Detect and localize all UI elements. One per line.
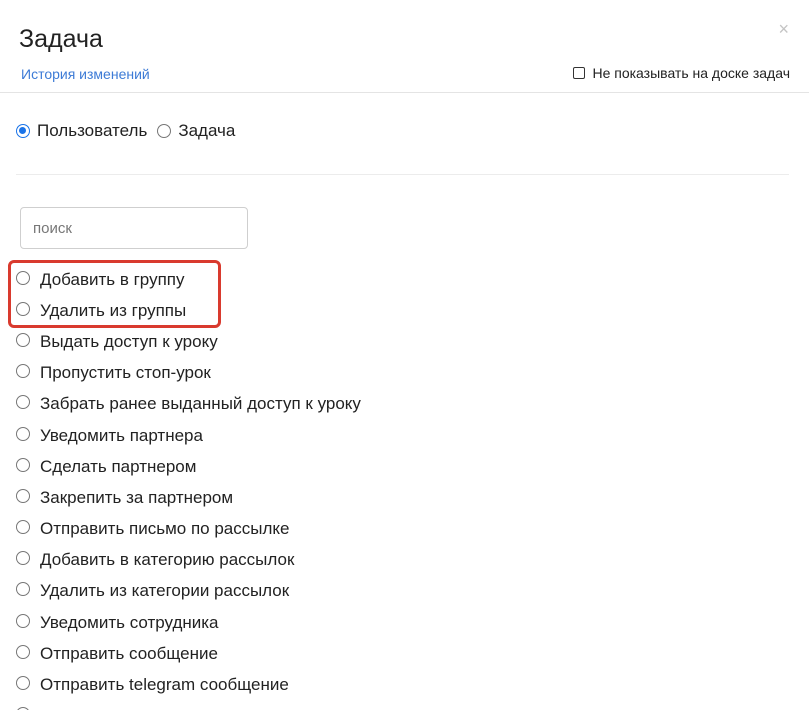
checkbox-icon[interactable] <box>573 67 586 79</box>
radio-icon[interactable] <box>16 582 30 597</box>
radio-icon[interactable] <box>16 301 30 316</box>
radio-icon[interactable] <box>16 270 30 285</box>
action-label: Выдать доступ к уроку <box>40 331 218 351</box>
action-label: Отправить telegram сообщение <box>40 675 289 695</box>
action-label: Забрать ранее выданный доступ к уроку <box>40 394 361 414</box>
action-label: Добавить в категорию рассылок <box>40 550 295 570</box>
action-label: Удалить из группы <box>40 300 187 320</box>
radio-icon[interactable] <box>16 395 30 410</box>
action-assign-to-partner[interactable]: Закрепить за партнером <box>16 482 361 513</box>
action-label: Отправить письмо по рассылке <box>40 519 290 539</box>
action-skip-stop-lesson[interactable]: Пропустить стоп-урок <box>16 358 361 389</box>
action-send-message[interactable]: Отправить сообщение <box>16 638 361 669</box>
action-item-partial[interactable] <box>16 701 361 710</box>
radio-icon[interactable] <box>16 676 30 691</box>
search-input[interactable] <box>20 207 248 249</box>
hide-on-board-label: Не показывать на доске задач <box>592 65 790 81</box>
action-notify-employee[interactable]: Уведомить сотрудника <box>16 607 361 638</box>
action-make-partner[interactable]: Сделать партнером <box>16 451 361 482</box>
radio-icon[interactable] <box>16 426 30 441</box>
radio-icon[interactable] <box>16 520 30 535</box>
action-label: Уведомить партнера <box>40 425 203 445</box>
hide-on-board-checkbox[interactable]: Не показывать на доске задач <box>573 65 790 81</box>
action-remove-from-group[interactable]: Удалить из группы <box>16 295 361 326</box>
radio-checked-icon[interactable] <box>16 124 30 138</box>
action-revoke-lesson-access[interactable]: Забрать ранее выданный доступ к уроку <box>16 389 361 420</box>
action-label: Добавить в группу <box>40 269 185 289</box>
radio-icon[interactable] <box>16 644 30 659</box>
action-send-telegram-message[interactable]: Отправить telegram сообщение <box>16 669 361 700</box>
action-remove-from-mailing-category[interactable]: Удалить из категории рассылок <box>16 576 361 607</box>
type-option-task[interactable]: Задача <box>157 121 235 141</box>
section-divider <box>16 174 789 175</box>
task-modal: Задача × История изменений Не показывать… <box>0 0 809 710</box>
radio-icon[interactable] <box>16 332 30 347</box>
action-label: Уведомить сотрудника <box>40 612 219 632</box>
action-label: Отправить сообщение <box>40 643 218 663</box>
action-add-to-mailing-category[interactable]: Добавить в категорию рассылок <box>16 545 361 576</box>
header-divider <box>0 92 809 93</box>
modal-title: Задача <box>19 25 103 53</box>
radio-icon[interactable] <box>16 551 30 566</box>
radio-icon[interactable] <box>157 124 172 138</box>
radio-icon[interactable] <box>16 613 30 628</box>
action-send-mailing-letter[interactable]: Отправить письмо по рассылке <box>16 514 361 545</box>
action-add-to-group[interactable]: Добавить в группу <box>16 264 361 295</box>
action-label: Закрепить за партнером <box>40 487 234 507</box>
type-switch: Пользователь Задача <box>16 121 245 141</box>
history-link[interactable]: История изменений <box>21 66 150 82</box>
type-option-label: Задача <box>178 121 236 140</box>
close-icon[interactable]: × <box>778 20 789 38</box>
action-label: Пропустить стоп-урок <box>40 363 211 383</box>
type-option-label: Пользователь <box>37 121 148 140</box>
action-grant-lesson-access[interactable]: Выдать доступ к уроку <box>16 326 361 357</box>
radio-icon[interactable] <box>16 364 30 379</box>
radio-icon[interactable] <box>16 457 30 472</box>
type-option-user[interactable]: Пользователь <box>16 121 147 141</box>
radio-icon[interactable] <box>16 488 30 503</box>
action-list: Добавить в группу Удалить из группы Выда… <box>16 264 361 710</box>
action-label: Сделать партнером <box>40 456 197 476</box>
action-label: Удалить из категории рассылок <box>40 581 290 601</box>
action-notify-partner[interactable]: Уведомить партнера <box>16 420 361 451</box>
